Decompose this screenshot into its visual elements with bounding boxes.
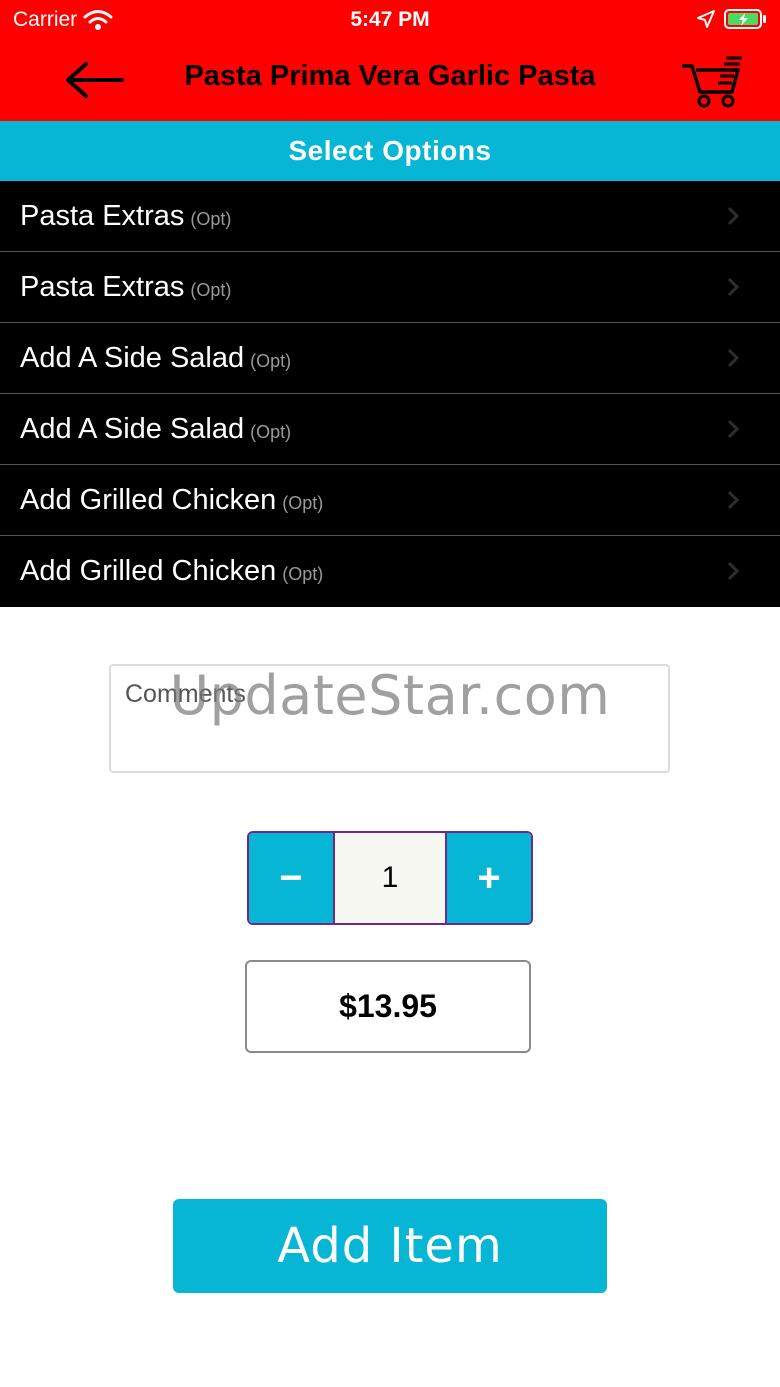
- add-item-button[interactable]: Add Item: [173, 1199, 607, 1293]
- chevron-right-icon: [727, 277, 740, 297]
- increment-button[interactable]: +: [447, 833, 531, 923]
- option-row[interactable]: Add A Side Salad (Opt): [0, 394, 780, 465]
- chevron-right-icon: [727, 561, 740, 581]
- optional-tag: (Opt): [282, 493, 324, 513]
- quantity-stepper: − 1 +: [247, 831, 533, 925]
- page-title: Pasta Prima Vera Garlic Pasta: [184, 60, 596, 92]
- back-arrow-icon[interactable]: [62, 58, 126, 102]
- option-row[interactable]: Add Grilled Chicken (Opt): [0, 536, 780, 606]
- battery-icon: [724, 9, 766, 29]
- optional-tag: (Opt): [190, 280, 232, 300]
- options-list: Pasta Extras (Opt) Pasta Extras (Opt) Add …: [0, 181, 780, 607]
- cart-icon[interactable]: [680, 52, 746, 108]
- status-right: [696, 8, 768, 30]
- option-name: Add Grilled Chicken: [20, 555, 277, 587]
- location-icon: [697, 10, 715, 28]
- option-name: Pasta Extras: [20, 271, 185, 303]
- option-label: Pasta Extras (Opt): [20, 252, 231, 325]
- option-label: Add A Side Salad (Opt): [20, 323, 291, 396]
- option-row[interactable]: Add A Side Salad (Opt): [0, 323, 780, 394]
- chevron-right-icon: [727, 348, 740, 368]
- option-label: Add Grilled Chicken (Opt): [20, 465, 323, 538]
- price-display: $13.95: [245, 960, 531, 1053]
- status-bar: Carrier 5:47 PM: [0, 0, 780, 40]
- optional-tag: (Opt): [282, 564, 324, 584]
- decrement-button[interactable]: −: [249, 833, 333, 923]
- optional-tag: (Opt): [190, 209, 232, 229]
- option-row[interactable]: Pasta Extras (Opt): [0, 252, 780, 323]
- option-name: Pasta Extras: [20, 200, 185, 232]
- status-time: 5:47 PM: [350, 8, 430, 31]
- option-label: Add A Side Salad (Opt): [20, 394, 291, 467]
- option-row[interactable]: Pasta Extras (Opt): [0, 181, 780, 252]
- chevron-right-icon: [727, 490, 740, 510]
- option-name: Add A Side Salad: [20, 413, 245, 445]
- option-name: Add Grilled Chicken: [20, 484, 277, 516]
- select-options-header: Select Options: [0, 121, 780, 181]
- option-row[interactable]: Add Grilled Chicken (Opt): [0, 465, 780, 536]
- comments-field[interactable]: Comments: [109, 664, 670, 773]
- optional-tag: (Opt): [250, 351, 292, 371]
- option-label: Pasta Extras (Opt): [20, 181, 231, 254]
- top-bar: Carrier 5:47 PM Pasta Prima Vera Garlic …: [0, 0, 780, 121]
- comments-placeholder: Comments: [125, 680, 246, 708]
- option-label: Add Grilled Chicken (Opt): [20, 536, 323, 609]
- chevron-right-icon: [727, 419, 740, 439]
- optional-tag: (Opt): [250, 422, 292, 442]
- quantity-value[interactable]: 1: [333, 833, 447, 923]
- option-name: Add A Side Salad: [20, 342, 245, 374]
- chevron-right-icon: [727, 206, 740, 226]
